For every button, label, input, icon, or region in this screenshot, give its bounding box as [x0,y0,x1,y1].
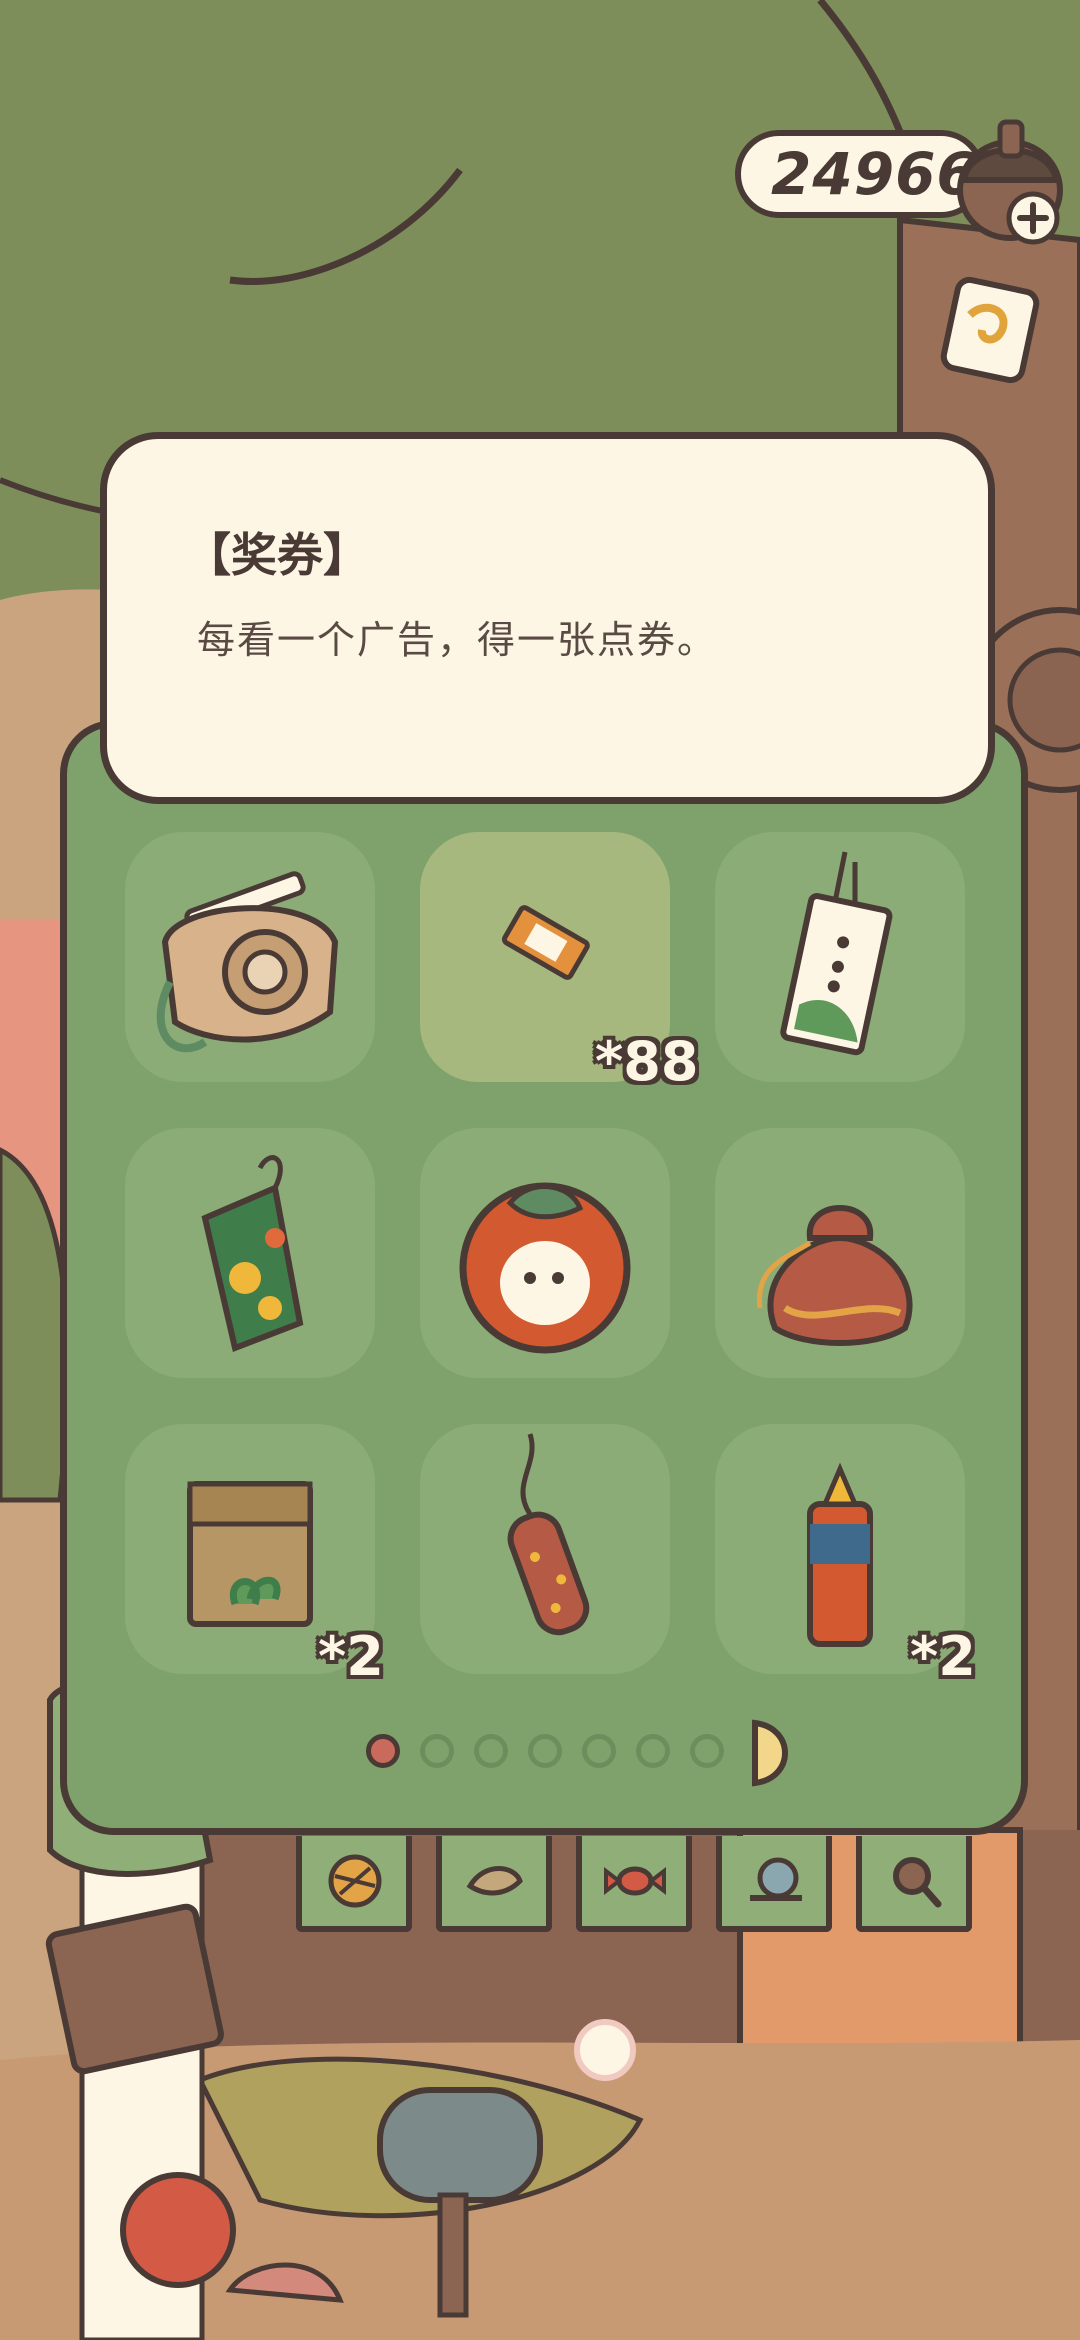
leaf-icon [466,1866,523,1896]
journal-icon[interactable] [930,270,1050,390]
page-dot-6[interactable] [636,1734,670,1768]
inventory-slot-flower-bag[interactable] [125,1128,375,1378]
inventory-slot-firecracker[interactable] [420,1424,670,1674]
currency-value: 24966 [771,140,978,208]
page-dot-5[interactable] [582,1734,616,1768]
page-dot-2[interactable] [420,1734,454,1768]
inventory-slot-camera[interactable] [125,832,375,1082]
item-count: *88 [595,1030,699,1093]
yarn-ball-icon [328,1854,382,1908]
snail-icon [750,1857,802,1901]
page-dot-3[interactable] [474,1734,508,1768]
firecracker-icon [507,1433,590,1636]
inventory-slot-omikuji[interactable] [715,832,965,1082]
inventory-slot-apple[interactable] [420,1128,670,1378]
shop-flag-search[interactable] [856,1836,972,1932]
item-title: 【奖券】 [185,528,369,582]
camera-icon [156,871,339,1053]
candy-icon [604,1866,666,1896]
omikuji-icon [780,851,893,1056]
currency-counter: 24966 [735,130,985,218]
item-count: *2 [318,1625,384,1688]
magnifier-icon [893,1857,942,1908]
inventory-slot-lucky-bag[interactable] [715,1128,965,1378]
page-dot-7[interactable] [690,1734,724,1768]
drawstring-bag-icon [756,1205,913,1346]
page-dot-1[interactable] [366,1734,400,1768]
shop-flag-snail[interactable] [716,1836,832,1932]
next-page-button[interactable] [750,1718,794,1788]
item-count: *2 [910,1625,976,1688]
flower-pouch-icon [201,1155,304,1353]
shop-flag-yarn[interactable] [296,1836,412,1932]
apple-icon [459,1182,631,1354]
shop-flag-leaf[interactable] [436,1836,552,1932]
item-description: 每看一个广告，得一张点券。 [197,618,718,662]
page-dot-4[interactable] [528,1734,562,1768]
shop-flag-candy[interactable] [576,1836,692,1932]
add-currency-button[interactable] [1005,190,1061,246]
item-description-card: 【奖券】 每看一个广告，得一张点券。 [100,432,995,804]
